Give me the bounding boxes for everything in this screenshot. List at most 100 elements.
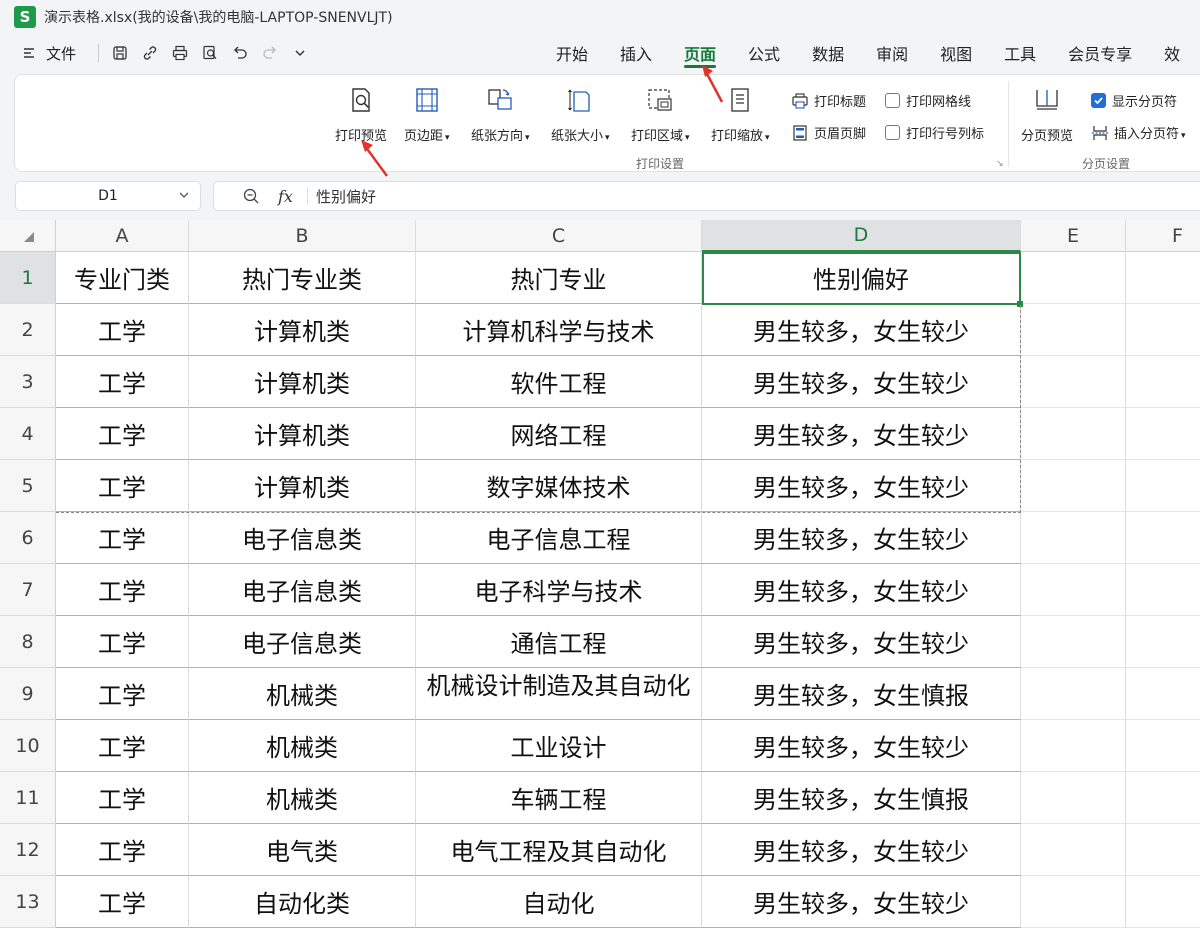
formula-input[interactable]: 性别偏好 xyxy=(316,186,376,207)
row-header[interactable]: 5 xyxy=(0,460,56,512)
cell-f5[interactable] xyxy=(1126,460,1200,512)
cell-f12[interactable] xyxy=(1126,824,1200,876)
cell-e5[interactable] xyxy=(1021,460,1126,512)
cell-a7[interactable]: 工学 xyxy=(56,564,189,616)
cell-a6[interactable]: 工学 xyxy=(56,512,189,564)
cell-d10[interactable]: 男生较多，女生较少 xyxy=(702,720,1021,772)
menu-icon[interactable] xyxy=(16,40,42,66)
tab-review[interactable]: 审阅 xyxy=(860,34,924,72)
cell-a10[interactable]: 工学 xyxy=(56,720,189,772)
cell-d7[interactable]: 男生较多，女生较少 xyxy=(702,564,1021,616)
cell-d3[interactable]: 男生较多，女生较少 xyxy=(702,356,1021,408)
redo-icon[interactable] xyxy=(257,40,283,66)
insert-page-break-button[interactable]: 插入分页符 ▾ xyxy=(1091,123,1186,142)
cell-e13[interactable] xyxy=(1021,876,1126,928)
header-footer-button[interactable]: 页眉页脚 xyxy=(791,123,866,142)
tab-formula[interactable]: 公式 xyxy=(732,34,796,72)
cell-f8[interactable] xyxy=(1126,616,1200,668)
save-icon[interactable] xyxy=(107,40,133,66)
print-area-button[interactable]: 打印区域 ▾ xyxy=(631,85,690,144)
tab-home[interactable]: 开始 xyxy=(540,34,604,72)
cell-c11[interactable]: 车辆工程 xyxy=(416,772,702,824)
row-header[interactable]: 9 xyxy=(0,668,56,720)
cell-c4[interactable]: 网络工程 xyxy=(416,408,702,460)
print-row-col-headers-checkbox[interactable]: 打印行号列标 xyxy=(885,123,984,142)
row-header[interactable]: 2 xyxy=(0,304,56,356)
row-header[interactable]: 12 xyxy=(0,824,56,876)
print-icon[interactable] xyxy=(167,40,193,66)
cell-a3[interactable]: 工学 xyxy=(56,356,189,408)
cell-a11[interactable]: 工学 xyxy=(56,772,189,824)
cell-c3[interactable]: 软件工程 xyxy=(416,356,702,408)
row-header[interactable]: 13 xyxy=(0,876,56,928)
cell-f6[interactable] xyxy=(1126,512,1200,564)
cell-d2[interactable]: 男生较多，女生较少 xyxy=(702,304,1021,356)
tab-insert[interactable]: 插入 xyxy=(604,34,668,72)
chevron-down-icon[interactable] xyxy=(287,40,313,66)
column-header-d[interactable]: D xyxy=(702,220,1021,252)
print-titles-button[interactable]: 打印标题 xyxy=(791,91,866,110)
chevron-down-icon[interactable] xyxy=(178,189,190,205)
cell-a12[interactable]: 工学 xyxy=(56,824,189,876)
cell-d12[interactable]: 男生较多，女生较少 xyxy=(702,824,1021,876)
cell-c7[interactable]: 电子科学与技术 xyxy=(416,564,702,616)
orientation-button[interactable]: 纸张方向 ▾ xyxy=(471,85,530,144)
checkbox-checked-icon[interactable] xyxy=(1091,93,1106,108)
row-header[interactable]: 7 xyxy=(0,564,56,616)
paper-size-button[interactable]: 纸张大小 ▾ xyxy=(551,85,610,144)
select-all-corner[interactable] xyxy=(0,220,56,252)
page-break-preview-button[interactable]: 分页预览 xyxy=(1021,85,1073,144)
cell-d4[interactable]: 男生较多，女生较少 xyxy=(702,408,1021,460)
cell-a2[interactable]: 工学 xyxy=(56,304,189,356)
cell-a8[interactable]: 工学 xyxy=(56,616,189,668)
cell-b13[interactable]: 自动化类 xyxy=(189,876,416,928)
column-header-c[interactable]: C xyxy=(416,220,702,252)
cell-a1[interactable]: 专业门类 xyxy=(56,252,189,304)
cell-b11[interactable]: 机械类 xyxy=(189,772,416,824)
cell-f4[interactable] xyxy=(1126,408,1200,460)
cell-e1[interactable] xyxy=(1021,252,1126,304)
cell-d1[interactable]: 性别偏好 xyxy=(702,252,1021,304)
checkbox-unchecked[interactable] xyxy=(885,125,900,140)
row-header[interactable]: 8 xyxy=(0,616,56,668)
cell-e7[interactable] xyxy=(1021,564,1126,616)
fx-icon[interactable]: fx xyxy=(278,187,293,206)
cell-f9[interactable] xyxy=(1126,668,1200,720)
cell-d5[interactable]: 男生较多，女生较少 xyxy=(702,460,1021,512)
cell-b5[interactable]: 计算机类 xyxy=(189,460,416,512)
cell-b2[interactable]: 计算机类 xyxy=(189,304,416,356)
print-preview-button[interactable]: 打印预览 xyxy=(335,85,387,144)
cell-e11[interactable] xyxy=(1021,772,1126,824)
dialog-launcher-icon[interactable]: ↘ xyxy=(996,159,1004,169)
cell-c1[interactable]: 热门专业 xyxy=(416,252,702,304)
cell-f10[interactable] xyxy=(1126,720,1200,772)
cell-a13[interactable]: 工学 xyxy=(56,876,189,928)
cell-f7[interactable] xyxy=(1126,564,1200,616)
cell-c10[interactable]: 工业设计 xyxy=(416,720,702,772)
cell-c9[interactable]: 机械设计制造及其自动化 xyxy=(416,668,702,720)
tab-efficiency[interactable]: 效 xyxy=(1148,34,1196,72)
cell-d9[interactable]: 男生较多，女生慎报 xyxy=(702,668,1021,720)
cell-c13[interactable]: 自动化 xyxy=(416,876,702,928)
cell-d6[interactable]: 男生较多，女生较少 xyxy=(702,512,1021,564)
cell-b3[interactable]: 计算机类 xyxy=(189,356,416,408)
file-menu[interactable]: 文件 xyxy=(46,43,76,64)
cell-b8[interactable]: 电子信息类 xyxy=(189,616,416,668)
cell-f3[interactable] xyxy=(1126,356,1200,408)
column-header-a[interactable]: A xyxy=(56,220,189,252)
row-header[interactable]: 3 xyxy=(0,356,56,408)
cell-f2[interactable] xyxy=(1126,304,1200,356)
cell-a5[interactable]: 工学 xyxy=(56,460,189,512)
cell-d11[interactable]: 男生较多，女生慎报 xyxy=(702,772,1021,824)
cell-a4[interactable]: 工学 xyxy=(56,408,189,460)
cell-f13[interactable] xyxy=(1126,876,1200,928)
row-header[interactable]: 6 xyxy=(0,512,56,564)
print-gridlines-checkbox[interactable]: 打印网格线 xyxy=(885,91,971,110)
row-header[interactable]: 10 xyxy=(0,720,56,772)
cell-d13[interactable]: 男生较多，女生较少 xyxy=(702,876,1021,928)
cell-b7[interactable]: 电子信息类 xyxy=(189,564,416,616)
column-header-e[interactable]: E xyxy=(1021,220,1126,252)
tab-page[interactable]: 页面 xyxy=(668,34,732,72)
print-scale-button[interactable]: 打印缩放 ▾ xyxy=(711,85,770,144)
print-preview-quick-icon[interactable] xyxy=(197,40,223,66)
